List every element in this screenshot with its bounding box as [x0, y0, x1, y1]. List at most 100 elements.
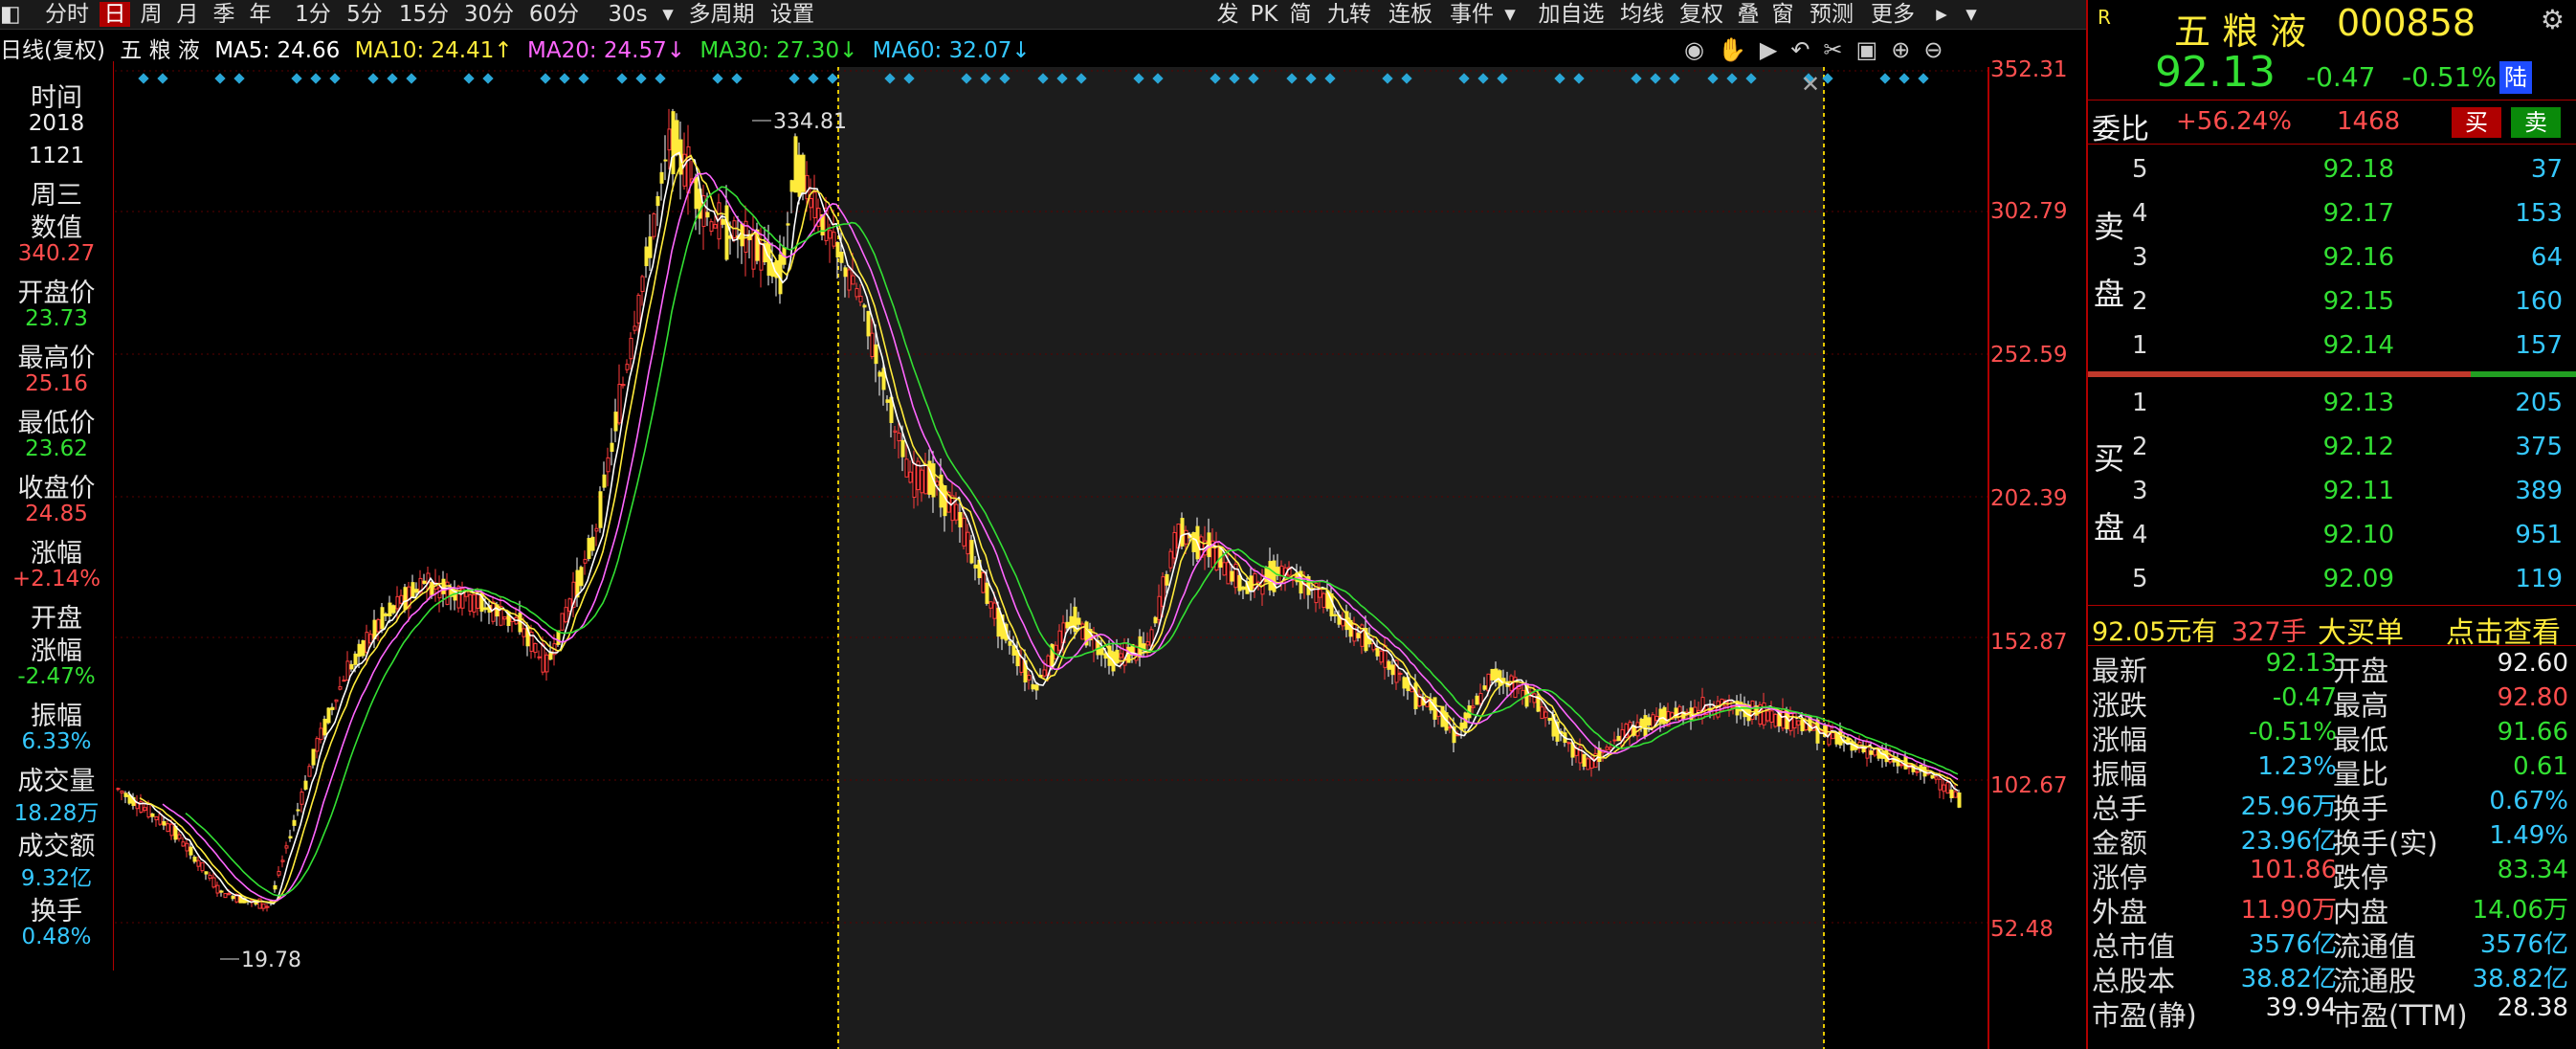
nav-icon[interactable]: ▸: [1927, 2, 1956, 27]
tab-monthly[interactable]: 月: [172, 2, 203, 27]
event-dropdown-icon[interactable]: ▾: [1500, 2, 1520, 27]
event-marker[interactable]: [138, 73, 149, 84]
sell-order-row[interactable]: 4 92.17 153: [2088, 191, 2576, 235]
multi-period-button[interactable]: 多周期: [683, 2, 760, 27]
toolbar-pk-button[interactable]: PK: [1248, 2, 1280, 27]
buy-order-row[interactable]: 1 92.13 205: [2088, 381, 2576, 425]
stat-value: 38.82亿: [2240, 965, 2337, 993]
event-marker[interactable]: [157, 73, 168, 84]
event-marker[interactable]: [788, 73, 800, 84]
candle-body: [801, 154, 806, 192]
event-marker[interactable]: [233, 73, 245, 84]
window-button[interactable]: 窗: [1768, 2, 1797, 27]
event-marker[interactable]: [616, 73, 628, 84]
low-annotation: 19.78: [241, 949, 301, 972]
event-marker[interactable]: [540, 73, 551, 84]
event-marker[interactable]: [655, 73, 666, 84]
event-marker[interactable]: [310, 73, 322, 84]
toolbar-lianban-button[interactable]: 连板: [1384, 2, 1437, 27]
toolbar-jiuzhuan-button[interactable]: 九转: [1322, 2, 1376, 27]
event-marker[interactable]: [1899, 73, 1910, 84]
candle-body: [1230, 570, 1234, 582]
event-marker[interactable]: [367, 73, 379, 84]
buy-order-price: 92.11: [2322, 477, 2394, 505]
toolbar-event-button[interactable]: 事件: [1445, 2, 1499, 27]
event-marker[interactable]: [482, 73, 494, 84]
tab-30s[interactable]: 30s: [599, 2, 656, 27]
add-watchlist-button[interactable]: 加自选: [1535, 2, 1608, 27]
tab-yearly[interactable]: 年: [245, 2, 276, 27]
event-marker[interactable]: [406, 73, 417, 84]
sell-order-row[interactable]: 2 92.15 160: [2088, 279, 2576, 324]
candle-body: [169, 823, 174, 837]
more-button[interactable]: 更多: [1866, 2, 1920, 27]
candle-body: [835, 241, 840, 257]
event-marker[interactable]: [731, 73, 743, 84]
sell-button[interactable]: 卖: [2511, 107, 2561, 138]
event-marker[interactable]: [578, 73, 589, 84]
event-marker[interactable]: [559, 73, 570, 84]
candle-body: [583, 558, 588, 564]
buy-order-row[interactable]: 4 92.10 951: [2088, 513, 2576, 557]
sell-order-row[interactable]: 5 92.18 37: [2088, 147, 2576, 191]
close-label: 收盘价: [17, 474, 96, 503]
candle-body: [330, 706, 335, 710]
stat-value: 25.96万: [2240, 792, 2337, 821]
more-dropdown-icon[interactable]: ▾: [1962, 2, 1981, 27]
candle-body: [116, 788, 121, 791]
market-badge: 陆: [2499, 61, 2532, 94]
buy-button[interactable]: 买: [2452, 107, 2501, 138]
tab-30min[interactable]: 30分: [459, 2, 519, 27]
predict-button[interactable]: 预测: [1805, 2, 1858, 27]
sell-order-row[interactable]: 1 92.14 157: [2088, 324, 2576, 368]
buy-order-row[interactable]: 2 92.12 375: [2088, 425, 2576, 469]
axis-label-6: 102.67: [1990, 773, 2068, 798]
candle-body: [847, 269, 852, 291]
settings-button[interactable]: 设置: [766, 2, 819, 27]
tab-5min[interactable]: 5分: [341, 2, 389, 27]
stat-value: 23.96亿: [2240, 827, 2337, 856]
event-marker[interactable]: [635, 73, 647, 84]
stat-value: 0.61: [2513, 752, 2568, 781]
toolbar-fa-button[interactable]: 发: [1213, 2, 1242, 27]
tab-15min[interactable]: 15分: [394, 2, 454, 27]
event-marker[interactable]: [1879, 73, 1891, 84]
event-marker[interactable]: [712, 73, 723, 84]
tab-1min[interactable]: 1分: [289, 2, 337, 27]
sell-order-level: 2: [2132, 287, 2148, 316]
event-marker[interactable]: [808, 73, 819, 84]
tab-quarterly[interactable]: 季: [209, 2, 239, 27]
candle-body: [663, 159, 668, 162]
candlestick-chart[interactable]: 334.81 19.78 ✕: [0, 29, 2086, 1049]
candle-body: [1321, 592, 1326, 609]
adjust-button[interactable]: 复权: [1675, 2, 1728, 27]
gear-icon[interactable]: ⚙: [2541, 4, 2565, 35]
event-marker[interactable]: [463, 73, 475, 84]
tab-intraday[interactable]: 分时: [38, 2, 96, 27]
buy-order-row[interactable]: 3 92.11 389: [2088, 469, 2576, 513]
big-order-qty: 327手: [2232, 617, 2307, 647]
event-marker[interactable]: [827, 73, 838, 84]
sell-order-row[interactable]: 3 92.16 64: [2088, 235, 2576, 279]
panel-toggle-icon[interactable]: ◧: [0, 2, 21, 27]
event-marker[interactable]: [291, 73, 302, 84]
event-marker[interactable]: [387, 73, 398, 84]
dropdown-arrow-icon[interactable]: ▾: [658, 2, 677, 27]
overlay-button[interactable]: 叠: [1734, 2, 1763, 27]
buy-order-volume: 119: [2515, 565, 2563, 593]
toolbar-simple-button[interactable]: 简: [1286, 2, 1315, 27]
candle-body: [732, 220, 737, 238]
event-marker[interactable]: [1918, 73, 1929, 84]
candle-body: [590, 536, 595, 551]
candle-body: [1543, 711, 1548, 719]
event-marker[interactable]: [214, 73, 226, 84]
candle-body: [598, 491, 603, 528]
tab-60min[interactable]: 60分: [524, 2, 584, 27]
stat-value: 92.13: [2265, 649, 2337, 678]
buy-order-row[interactable]: 5 92.09 119: [2088, 557, 2576, 601]
tab-daily[interactable]: 日: [100, 2, 130, 27]
event-marker[interactable]: [329, 73, 341, 84]
close-range-icon[interactable]: ✕: [1801, 71, 1820, 98]
tab-weekly[interactable]: 周: [136, 2, 167, 27]
ma-button[interactable]: 均线: [1615, 2, 1669, 27]
